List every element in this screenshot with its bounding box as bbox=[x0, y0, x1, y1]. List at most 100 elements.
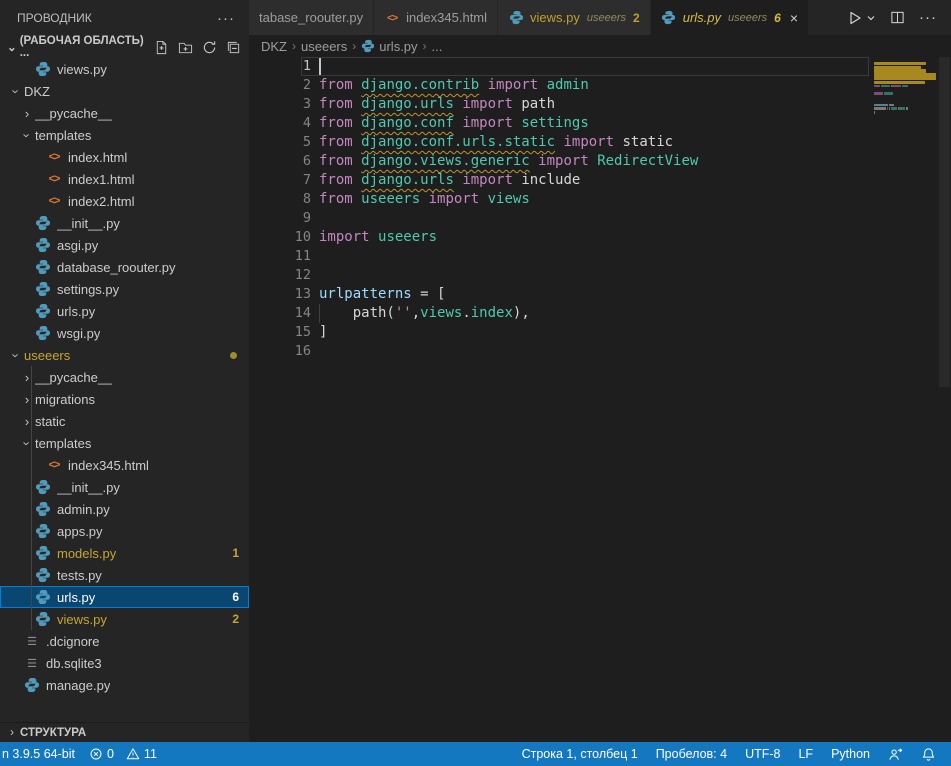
tab-index345-html[interactable]: <>index345.html bbox=[374, 0, 498, 35]
status-item-eol[interactable]: LF bbox=[789, 742, 822, 766]
tree-item-views-py[interactable]: views.py2 bbox=[0, 608, 249, 630]
problems-badge: 6 bbox=[232, 590, 239, 604]
status-item-feedback-icon[interactable] bbox=[879, 742, 912, 766]
workspace-section-header[interactable]: ⌄ (РАБОЧАЯ ОБЛАСТЬ) ... bbox=[0, 36, 249, 58]
code-line[interactable]: import useeers bbox=[319, 228, 859, 247]
code-line[interactable]: from django.contrib import admin bbox=[319, 76, 859, 95]
breadcrumb-item[interactable]: useeers bbox=[301, 39, 347, 54]
status-item-encoding[interactable]: UTF-8 bbox=[736, 742, 789, 766]
line-number[interactable]: 4 bbox=[249, 114, 311, 133]
tab-tabase-roouter-py[interactable]: tabase_roouter.py bbox=[249, 0, 374, 35]
tree-item-admin-py[interactable]: admin.py bbox=[0, 498, 249, 520]
tree-item-wsgi-py[interactable]: wsgi.py bbox=[0, 322, 249, 344]
status-item-notifications-bell-icon[interactable] bbox=[912, 742, 945, 766]
tree-item-db-sqlite3[interactable]: ☰db.sqlite3 bbox=[0, 652, 249, 674]
tree-item-database-roouter-py[interactable]: database_roouter.py bbox=[0, 256, 249, 278]
code-line[interactable]: path('',views.index), bbox=[319, 304, 859, 323]
tree-item-useeers[interactable]: ›useeers bbox=[0, 344, 249, 366]
line-number[interactable]: 3 bbox=[249, 95, 311, 114]
tree-item-dkz[interactable]: ›DKZ bbox=[0, 80, 249, 102]
line-number[interactable]: 5 bbox=[249, 133, 311, 152]
line-number[interactable]: 11 bbox=[249, 247, 311, 266]
code-line[interactable]: from django.urls import path bbox=[319, 95, 859, 114]
status-item-language-mode[interactable]: Python bbox=[822, 742, 879, 766]
line-number[interactable]: 12 bbox=[249, 266, 311, 285]
tree-item-index1-html[interactable]: <>index1.html bbox=[0, 168, 249, 190]
line-number[interactable]: 9 bbox=[249, 209, 311, 228]
code-lines[interactable]: from django.contrib import adminfrom dja… bbox=[319, 57, 859, 361]
new-folder-icon[interactable] bbox=[178, 40, 193, 55]
status-item-cursor-position[interactable]: Строка 1, столбец 1 bbox=[513, 742, 647, 766]
line-number[interactable]: 16 bbox=[249, 342, 311, 361]
code-line[interactable] bbox=[319, 57, 859, 76]
explorer-more-actions-icon[interactable]: ··· bbox=[217, 10, 235, 27]
tree-item-index2-html[interactable]: <>index2.html bbox=[0, 190, 249, 212]
tab-urls-py[interactable]: urls.pyuseeers6× bbox=[651, 0, 809, 35]
line-number[interactable]: 8 bbox=[249, 190, 311, 209]
tree-item--dcignore[interactable]: ☰.dcignore bbox=[0, 630, 249, 652]
line-number[interactable]: 13 bbox=[249, 285, 311, 304]
line-number[interactable]: 7 bbox=[249, 171, 311, 190]
code-line[interactable]: from django.views.generic import Redirec… bbox=[319, 152, 859, 171]
status-item-python-interpreter[interactable]: n 3.9.5 64-bit bbox=[0, 742, 82, 766]
run-button[interactable] bbox=[847, 10, 876, 26]
code-line[interactable]: from useeers import views bbox=[319, 190, 859, 209]
code-line[interactable] bbox=[319, 342, 859, 361]
breadcrumb-item[interactable]: ... bbox=[432, 39, 443, 54]
code-editor[interactable]: 12345678910111213141516 from django.cont… bbox=[249, 57, 951, 742]
line-number[interactable]: 6 bbox=[249, 152, 311, 171]
code-line[interactable]: urlpatterns = [ bbox=[319, 285, 859, 304]
collapse-all-icon[interactable] bbox=[226, 40, 241, 55]
tree-item-urls-py[interactable]: urls.py bbox=[0, 300, 249, 322]
line-number[interactable]: 14 bbox=[249, 304, 311, 323]
tree-item-asgi-py[interactable]: asgi.py bbox=[0, 234, 249, 256]
line-number[interactable]: 1 bbox=[249, 57, 311, 76]
tree-item-urls-py[interactable]: urls.py6 bbox=[0, 586, 249, 608]
status-item-indentation[interactable]: Пробелов: 4 bbox=[647, 742, 736, 766]
split-editor-button[interactable] bbox=[890, 10, 905, 25]
tab-views-py[interactable]: views.pyuseeers2 bbox=[498, 0, 651, 35]
line-number[interactable]: 2 bbox=[249, 76, 311, 95]
tree-item--pycache-[interactable]: ›__pycache__ bbox=[0, 102, 249, 124]
minimap-code-line bbox=[881, 85, 890, 88]
line-number[interactable]: 10 bbox=[249, 228, 311, 247]
tree-item-templates[interactable]: ›templates bbox=[0, 432, 249, 454]
html-file-icon: <> bbox=[384, 10, 400, 26]
scrollbar-slider[interactable] bbox=[939, 57, 950, 387]
code-line[interactable] bbox=[319, 266, 859, 285]
tree-item-apps-py[interactable]: apps.py bbox=[0, 520, 249, 542]
new-file-icon[interactable] bbox=[154, 40, 169, 55]
line-number-gutter[interactable]: 12345678910111213141516 bbox=[249, 57, 311, 361]
code-line[interactable]: ] bbox=[319, 323, 859, 342]
tree-item-static[interactable]: ›static bbox=[0, 410, 249, 432]
tree-item-tests-py[interactable]: tests.py bbox=[0, 564, 249, 586]
tree-item-index345-html[interactable]: <>index345.html bbox=[0, 454, 249, 476]
close-icon[interactable]: × bbox=[790, 10, 798, 26]
editor-scrollbar[interactable] bbox=[938, 57, 951, 742]
tree-item--pycache-[interactable]: ›__pycache__ bbox=[0, 366, 249, 388]
tree-item--init-py[interactable]: __init__.py bbox=[0, 212, 249, 234]
code-line[interactable] bbox=[319, 247, 859, 266]
breadcrumb-separator-icon: › bbox=[423, 39, 427, 53]
tree-item-index-html[interactable]: <>index.html bbox=[0, 146, 249, 168]
tree-item-manage-py[interactable]: manage.py bbox=[0, 674, 249, 696]
vscode-window: ПРОВОДНИК ··· ⌄ (РАБОЧАЯ ОБЛАСТЬ) ... vi… bbox=[0, 0, 951, 766]
outline-section-header[interactable]: › СТРУКТУРА bbox=[0, 722, 249, 742]
tree-item-views-py[interactable]: views.py bbox=[0, 58, 249, 80]
code-line[interactable]: from django.urls import include bbox=[319, 171, 859, 190]
tree-item-templates[interactable]: ›templates bbox=[0, 124, 249, 146]
refresh-icon[interactable] bbox=[202, 40, 217, 55]
tree-item-settings-py[interactable]: settings.py bbox=[0, 278, 249, 300]
minimap[interactable] bbox=[872, 57, 938, 177]
breadcrumb-item[interactable]: DKZ bbox=[261, 39, 287, 54]
more-actions-icon[interactable]: ··· bbox=[919, 9, 937, 26]
tree-item-models-py[interactable]: models.py1 bbox=[0, 542, 249, 564]
tree-item-migrations[interactable]: ›migrations bbox=[0, 388, 249, 410]
code-line[interactable]: from django.conf import settings bbox=[319, 114, 859, 133]
breadcrumb-item[interactable]: urls.py bbox=[361, 39, 417, 54]
status-item-problems[interactable]: 011 bbox=[82, 742, 164, 766]
line-number[interactable]: 15 bbox=[249, 323, 311, 342]
tree-item--init-py[interactable]: __init__.py bbox=[0, 476, 249, 498]
code-line[interactable] bbox=[319, 209, 859, 228]
code-line[interactable]: from django.conf.urls.static import stat… bbox=[319, 133, 859, 152]
